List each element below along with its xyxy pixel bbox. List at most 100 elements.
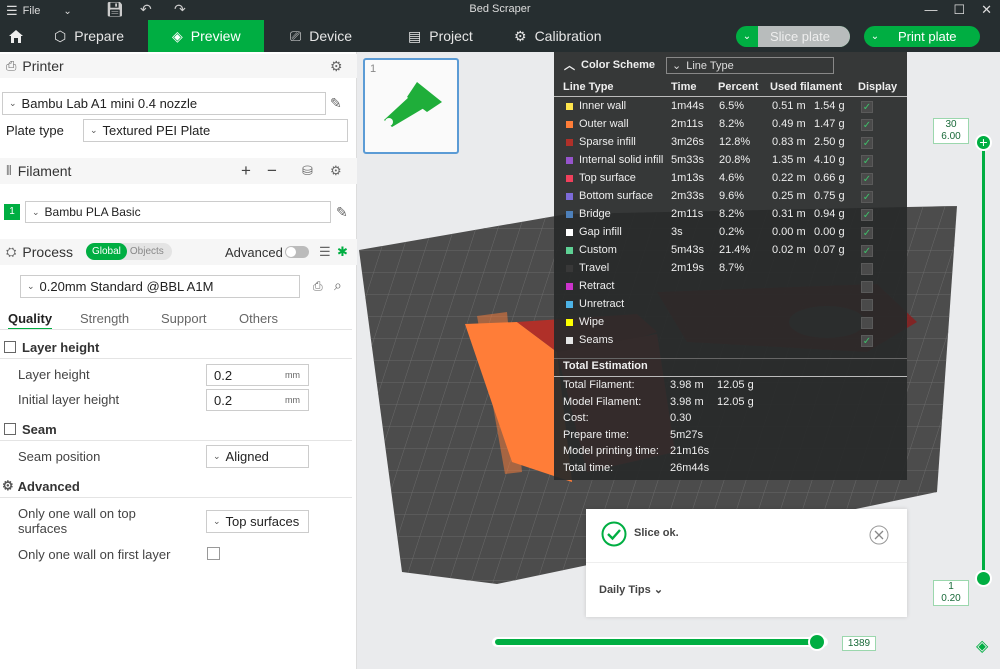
color-scheme-select[interactable]: ⌄ Line Type	[666, 57, 834, 74]
move-slider-handle[interactable]	[808, 633, 826, 651]
layer-slider-top-handle[interactable]: +	[975, 134, 992, 151]
advanced-switch[interactable]	[285, 246, 309, 258]
tab-prepare[interactable]: ⬡ Prepare	[54, 20, 124, 52]
home-button[interactable]	[0, 20, 32, 52]
gear-icon[interactable]: ⚙	[330, 163, 342, 179]
filament-slot-badge[interactable]: 1	[4, 204, 20, 220]
display-checkbox[interactable]: ✓	[861, 101, 873, 113]
search-icon[interactable]: ⌕	[334, 277, 342, 294]
color-swatch	[566, 319, 573, 326]
display-checkbox[interactable]: ✓	[861, 191, 873, 203]
color-swatch	[566, 265, 573, 272]
layer-height-input[interactable]: 0.2 mm	[206, 364, 309, 386]
line-type-time: 5m43s	[671, 244, 705, 256]
filament-section-title: Filament	[17, 163, 72, 179]
chevron-down-icon: ⌄	[90, 125, 98, 135]
daily-tips-toggle[interactable]: Daily Tips ⌄	[599, 583, 663, 596]
chevron-up-icon[interactable]: ︿	[564, 57, 575, 73]
layer-slider[interactable]: +	[974, 134, 994, 600]
chevron-down-icon[interactable]: ⌄	[736, 31, 758, 42]
display-checkbox[interactable]	[861, 281, 873, 293]
seam-position-value: Aligned	[225, 449, 269, 464]
layers-icon[interactable]: ◈	[976, 636, 988, 656]
chevron-down-icon[interactable]: ⌄	[63, 6, 71, 17]
layer-slider-bottom-handle[interactable]	[975, 570, 992, 587]
toggle-global[interactable]: Global	[86, 243, 127, 260]
gear-icon[interactable]: ⚙	[330, 58, 343, 75]
tab-preview[interactable]: ◈ Preview	[148, 20, 264, 52]
legend-header[interactable]: ︿ Color Scheme ⌄ Line Type	[554, 52, 907, 77]
seam-position-select[interactable]: ⌄ Aligned	[206, 445, 309, 468]
filament-sync-icon[interactable]: ⛁	[302, 163, 313, 179]
line-type-weight: 2.50 g	[814, 136, 845, 148]
display-checkbox[interactable]: ✓	[861, 155, 873, 167]
home-icon	[9, 29, 23, 43]
advanced-gear-icon: ⚙	[2, 478, 14, 493]
close-icon[interactable]	[869, 525, 889, 545]
project-icon: ▤	[408, 27, 422, 44]
display-checkbox[interactable]: ✓	[861, 137, 873, 149]
tab-device[interactable]: ⎚ Device	[290, 20, 352, 52]
toggle-objects[interactable]: Objects	[127, 246, 164, 257]
display-checkbox[interactable]	[861, 263, 873, 275]
layer-height-label: Layer height	[18, 367, 90, 382]
display-checkbox[interactable]: ✓	[861, 209, 873, 221]
process-preset-select[interactable]: ⌄ 0.20mm Standard @BBL A1M	[20, 275, 300, 298]
tab-calibration[interactable]: ⚙ Calibration	[514, 20, 602, 52]
color-swatch	[566, 229, 573, 236]
tab-project[interactable]: ▤ Project	[408, 20, 473, 52]
tab-support[interactable]: Support	[161, 311, 207, 326]
printer-select[interactable]: ⌄ Bambu Lab A1 mini 0.4 nozzle	[2, 92, 326, 115]
filament-icon: ⦀	[6, 163, 12, 178]
print-plate-button[interactable]: ⌄ Print plate	[864, 26, 980, 47]
line-type-name: Bridge	[579, 208, 611, 220]
display-checkbox[interactable]: ✓	[861, 173, 873, 185]
display-checkbox[interactable]: ✓	[861, 119, 873, 131]
display-checkbox[interactable]	[861, 299, 873, 311]
total-value: 3.98 m	[670, 395, 704, 408]
one-wall-top-label-cont: surfaces	[18, 521, 68, 536]
display-checkbox[interactable]: ✓	[861, 227, 873, 239]
maximize-icon[interactable]: ☐	[953, 2, 965, 18]
line-type-weight: 0.94 g	[814, 208, 845, 220]
save-icon[interactable]: 💾︎	[106, 1, 124, 18]
line-type-name: Travel	[579, 262, 610, 274]
chevron-down-icon[interactable]: ⌄	[864, 31, 886, 42]
line-type-weight: 0.75 g	[814, 190, 845, 202]
undo-icon[interactable]: ↶	[140, 1, 152, 18]
minimize-icon[interactable]: —	[924, 2, 937, 18]
tab-strength[interactable]: Strength	[80, 311, 129, 326]
list-icon[interactable]: ☰	[319, 244, 331, 260]
slice-plate-button[interactable]: ⌄ Slice plate	[736, 26, 850, 47]
add-icon[interactable]: +	[241, 161, 251, 181]
one-wall-first-layer-checkbox[interactable]	[207, 547, 220, 560]
total-label: Total time:	[563, 461, 614, 474]
process-icon: ⛭	[6, 244, 17, 259]
display-checkbox[interactable]	[861, 317, 873, 329]
tab-quality[interactable]: Quality	[8, 311, 53, 330]
file-menu[interactable]: ☰ File ⌄	[6, 3, 72, 19]
close-icon[interactable]: ✕	[981, 2, 992, 18]
plate-type-select[interactable]: ⌄ Textured PEI Plate	[83, 119, 348, 142]
redo-icon[interactable]: ↷	[174, 1, 186, 18]
compare-icon[interactable]: ✱	[337, 244, 348, 260]
total-value: 3.98 m	[670, 379, 704, 391]
line-type-length: 0.49 m	[772, 118, 806, 130]
initial-layer-height-unit: mm	[285, 395, 300, 405]
display-checkbox[interactable]: ✓	[861, 245, 873, 257]
edit-icon[interactable]: ✎	[336, 204, 348, 221]
preview-viewport[interactable]: 1 ︿ Color Scheme ⌄ Line Type Line Type T…	[357, 52, 1000, 669]
one-wall-top-select[interactable]: ⌄ Top surfaces	[206, 510, 309, 533]
move-slider[interactable]	[492, 633, 828, 651]
remove-icon[interactable]: −	[267, 161, 277, 181]
save-icon[interactable]: ⎙	[313, 279, 323, 294]
line-type-weight: 0.66 g	[814, 172, 845, 184]
tab-others[interactable]: Others	[239, 311, 278, 326]
display-checkbox[interactable]: ✓	[861, 335, 873, 347]
filament-select-value: Bambu PLA Basic	[44, 205, 141, 219]
global-objects-toggle[interactable]: Global Objects	[86, 243, 172, 260]
edit-icon[interactable]: ✎	[330, 95, 342, 112]
filament-select[interactable]: ⌄ Bambu PLA Basic	[25, 201, 331, 223]
initial-layer-height-input[interactable]: 0.2 mm	[206, 389, 309, 411]
plate-thumbnail[interactable]: 1	[363, 58, 459, 154]
